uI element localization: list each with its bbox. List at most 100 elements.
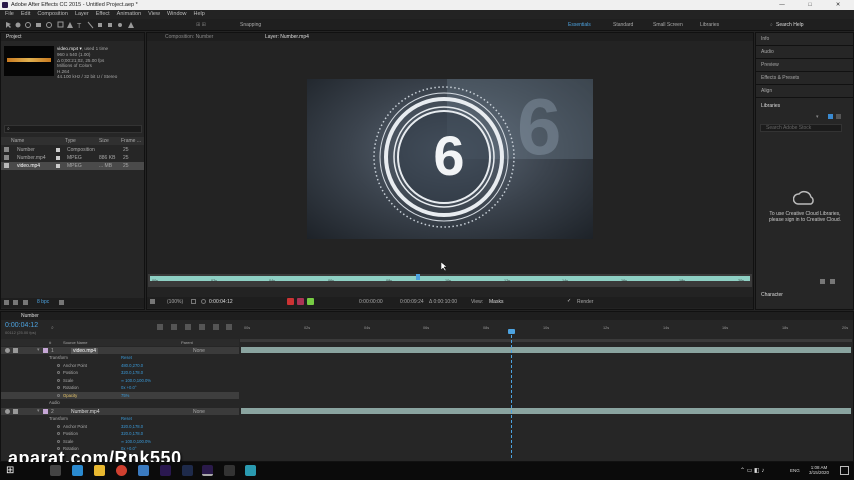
panel-preview[interactable]: Preview bbox=[761, 62, 779, 68]
library-trash-icon[interactable] bbox=[830, 279, 835, 284]
panel-effects-presets[interactable]: Effects & Presets bbox=[761, 75, 799, 81]
project-row[interactable]: Number.mp4 MPEG 886 KB 25 bbox=[1, 154, 144, 162]
timeline-current-time[interactable]: 0:00:04:12 bbox=[5, 322, 38, 329]
timeline-search-icon[interactable]: ⌕ bbox=[51, 325, 54, 331]
project-row-selected[interactable]: video.mp4 MPEG ... MB 25 bbox=[1, 162, 144, 170]
menu-edit[interactable]: Edit bbox=[21, 11, 30, 17]
panel-info[interactable]: Info bbox=[761, 36, 769, 42]
property-value[interactable]: ∞ 100.0,100.0% bbox=[121, 378, 151, 383]
windows-start-icon[interactable]: ⊞ bbox=[6, 466, 16, 476]
property-value[interactable]: 320.0,178.0 bbox=[121, 431, 143, 436]
clock[interactable]: 1:08 AM 3/15/2020 bbox=[804, 465, 834, 475]
property-row[interactable]: Transform Reset bbox=[1, 354, 239, 361]
stopwatch-icon[interactable] bbox=[57, 432, 60, 435]
shy-icon[interactable] bbox=[185, 324, 191, 330]
property-row[interactable]: Scale ∞ 100.0,100.0% bbox=[1, 377, 239, 384]
tab-timeline-number[interactable]: Number bbox=[21, 313, 39, 319]
footage-name[interactable]: video.mp4 ▾ bbox=[57, 46, 82, 51]
property-value[interactable]: 320.0,178.0 bbox=[121, 424, 143, 429]
current-time-indicator[interactable] bbox=[511, 330, 512, 458]
property-value[interactable]: 320.0,178.0 bbox=[121, 370, 143, 375]
app-icon[interactable] bbox=[245, 465, 256, 476]
label-color[interactable] bbox=[43, 348, 48, 353]
edge-icon[interactable] bbox=[72, 465, 83, 476]
project-search-input[interactable]: ⌕ bbox=[4, 125, 142, 133]
property-row[interactable]: Position 320.0,178.0 bbox=[1, 430, 239, 437]
tab-layer[interactable]: Layer: Number.mp4 bbox=[265, 34, 309, 40]
expand-arrow-icon[interactable]: ▾ bbox=[37, 347, 40, 353]
out-point-icon[interactable] bbox=[297, 298, 304, 305]
tab-composition[interactable]: Composition: Number bbox=[165, 34, 213, 40]
workspace-essentials[interactable]: Essentials bbox=[568, 22, 591, 28]
panel-libraries[interactable]: Libraries bbox=[761, 103, 780, 109]
property-row[interactable]: Opacity 75% bbox=[1, 391, 239, 399]
layer-time-ruler[interactable]: 00s 02s 04s 06s 08s 10s 12s 14s 16s 18s 20s bbox=[148, 274, 752, 287]
snapshot-icon[interactable] bbox=[201, 299, 206, 304]
property-row[interactable]: Position 320.0,178.0 bbox=[1, 369, 239, 376]
cloud-sync-icon[interactable] bbox=[820, 279, 825, 284]
workspace-standard[interactable]: Standard bbox=[613, 22, 633, 28]
property-value[interactable]: 480.0,270.0 bbox=[121, 363, 143, 368]
panel-audio[interactable]: Audio bbox=[761, 49, 774, 55]
render-checkbox[interactable]: ✓ bbox=[567, 298, 571, 304]
minimize-button[interactable]: — bbox=[772, 0, 792, 10]
stopwatch-icon[interactable] bbox=[57, 386, 60, 389]
layer1-bar[interactable] bbox=[241, 347, 851, 353]
expand-arrow-icon[interactable]: ▾ bbox=[37, 408, 40, 414]
menu-composition[interactable]: Composition bbox=[37, 11, 68, 17]
menu-layer[interactable]: Layer bbox=[75, 11, 89, 17]
layer-row[interactable]: ▾ 1 video.mp4 None bbox=[1, 347, 239, 354]
workspace-small-screen[interactable]: Small Screen bbox=[653, 22, 683, 28]
audio-icon[interactable] bbox=[13, 409, 18, 414]
panel-character[interactable]: Character bbox=[761, 292, 783, 298]
menu-file[interactable]: File bbox=[5, 11, 14, 17]
eye-icon[interactable] bbox=[5, 409, 10, 414]
menu-window[interactable]: Window bbox=[167, 11, 187, 17]
property-row[interactable]: Rotation 0x +0.0° bbox=[1, 384, 239, 391]
close-button[interactable]: ✕ bbox=[828, 0, 848, 10]
stopwatch-icon[interactable] bbox=[57, 363, 60, 367]
app-icon[interactable] bbox=[138, 465, 149, 476]
work-area-bar[interactable] bbox=[240, 339, 852, 342]
snapping-label[interactable]: Snapping bbox=[240, 22, 261, 28]
chrome-icon[interactable] bbox=[116, 465, 127, 476]
audio-icon[interactable] bbox=[13, 348, 18, 353]
video-frame[interactable]: 6 6 bbox=[307, 79, 593, 239]
grid-view-icon[interactable] bbox=[828, 114, 833, 119]
interpret-icon[interactable] bbox=[4, 300, 9, 305]
view-dropdown[interactable]: Masks bbox=[489, 299, 503, 305]
property-row[interactable]: Transform Reset bbox=[1, 415, 239, 422]
current-time-handle[interactable] bbox=[508, 329, 515, 334]
layer2-bar[interactable] bbox=[241, 408, 851, 414]
playhead[interactable] bbox=[416, 274, 420, 280]
tray-icons[interactable]: ⌃ ▭ ◧ ♪ bbox=[740, 467, 764, 474]
eye-icon[interactable] bbox=[5, 348, 10, 353]
list-view-icon[interactable] bbox=[836, 114, 841, 119]
project-row[interactable]: Number Composition 25 bbox=[1, 146, 144, 154]
stopwatch-icon[interactable] bbox=[57, 439, 60, 443]
stopwatch-icon[interactable] bbox=[57, 393, 60, 397]
folder-icon[interactable] bbox=[13, 300, 18, 305]
duration[interactable]: Δ 0:00:10:00 bbox=[429, 299, 457, 305]
property-row[interactable]: Scale ∞ 100.0,100.0% bbox=[1, 438, 239, 445]
zoom-dropdown[interactable]: (100%) bbox=[167, 299, 183, 305]
explorer-icon[interactable] bbox=[94, 465, 105, 476]
menu-effect[interactable]: Effect bbox=[96, 11, 110, 17]
menu-animation[interactable]: Animation bbox=[117, 11, 141, 17]
trash-icon[interactable] bbox=[59, 300, 64, 305]
property-row[interactable]: Audio bbox=[1, 399, 239, 406]
comp-flowchart-icon[interactable] bbox=[157, 324, 163, 330]
col-name[interactable]: Name bbox=[11, 138, 24, 144]
ripple-icon[interactable] bbox=[307, 298, 314, 305]
stopwatch-icon[interactable] bbox=[57, 371, 60, 374]
search-help-field[interactable]: Search Help bbox=[776, 22, 804, 28]
property-row[interactable]: Anchor Point 320.0,178.0 bbox=[1, 423, 239, 430]
layer-row[interactable]: ▾ 2 Number.mp4 None bbox=[1, 408, 239, 415]
draft-3d-icon[interactable] bbox=[171, 324, 177, 330]
notification-icon[interactable] bbox=[840, 466, 849, 475]
stopwatch-icon[interactable] bbox=[57, 378, 60, 382]
col-size[interactable]: Size bbox=[99, 138, 109, 144]
property-value[interactable]: Reset bbox=[121, 355, 132, 360]
in-point-icon[interactable] bbox=[287, 298, 294, 305]
language-indicator[interactable]: ENG bbox=[790, 468, 800, 473]
